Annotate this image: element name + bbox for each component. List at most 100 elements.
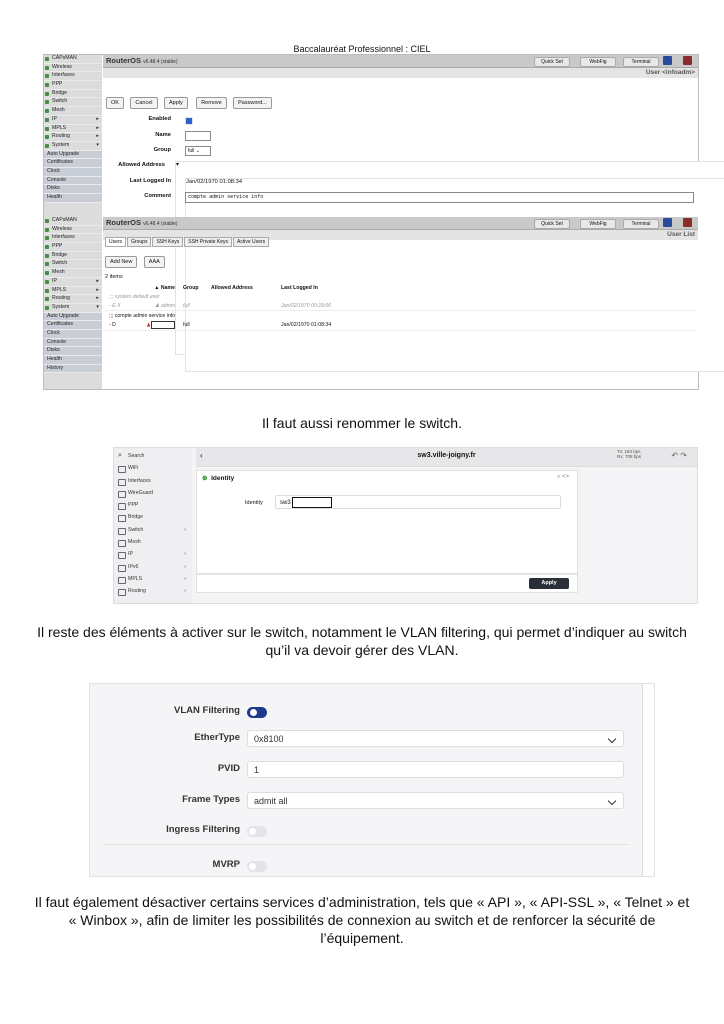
items-count: 2 items [105,274,123,280]
sidebar-item-wireless[interactable]: Wireless [44,64,102,73]
nav-item-routing[interactable]: Routing › [114,585,192,597]
sidebar-item-bridge[interactable]: Bridge [44,90,102,99]
ingress-filtering-toggle[interactable] [247,826,267,837]
app-title: RouterOS v6.48.4 (stable) [106,56,178,65]
apply-button[interactable]: Apply [529,578,569,589]
name-input[interactable] [185,131,211,141]
sidebar-item-clock[interactable]: Clock [44,167,102,177]
logout-icon[interactable] [683,218,692,227]
remove-button[interactable]: Remove [196,97,227,109]
nav-item-search[interactable]: ⌕ Search [114,450,192,462]
sidebar-item-switch[interactable]: Switch [44,260,102,270]
chevron-right-icon: ▸ [96,115,99,122]
sidebar-item-health[interactable]: Health [44,194,102,203]
nav-item-mpls[interactable]: MPLS › [114,573,192,585]
tab-ssh-keys[interactable]: SSH Keys [152,237,184,247]
apply-button[interactable]: Apply [163,97,188,109]
row-comment: Comment compte admin service info [103,190,698,204]
mpls-icon [118,576,126,584]
webfig-button[interactable]: WebFig [580,219,616,229]
sidebar-item-health[interactable]: Health [44,356,102,365]
vlan-filtering-toggle[interactable] [247,707,267,718]
sidebar-item-auto-upgrade[interactable]: Auto Upgrade [44,150,102,160]
sidebar-item-routing[interactable]: Routing ▸ [44,133,102,142]
sidebar: CAPsMAN Wireless Interfaces PPP Bridge S… [44,55,102,217]
frame-types-select[interactable]: admit all [247,792,624,809]
sidebar-item-ip[interactable]: IP ▸ [44,278,102,287]
nav-item-switch[interactable]: Switch › [114,524,192,536]
nav-item-ppp[interactable]: PPP [114,499,192,511]
password-button[interactable]: Password... [233,97,272,109]
comment-textarea[interactable]: compte admin service info [185,192,694,203]
sidebar-item-ppp[interactable]: PPP [44,243,102,252]
mvrp-toggle[interactable] [247,861,267,872]
sidebar-item-console[interactable]: Console [44,338,102,348]
sidebar-item-mesh[interactable]: Mesh [44,269,102,278]
sidebar-item-ip[interactable]: IP ▸ [44,116,102,125]
ok-button[interactable]: OK [106,97,124,109]
group-select[interactable]: full ⌄ [185,146,211,156]
paragraph-vlan: Il reste des éléments à activer sur le s… [37,624,687,658]
sidebar-item-clock[interactable]: Clock [44,329,102,339]
col-name[interactable]: ▲ Name [135,283,179,292]
wireless-icon [45,65,49,70]
sidebar-item-mpls[interactable]: MPLS ▸ [44,125,102,134]
ethertype-select[interactable]: 0x8100 [247,730,624,747]
enabled-checkbox[interactable] [185,117,193,125]
save-icon[interactable] [663,218,672,227]
col-group[interactable]: Group [179,283,207,292]
logout-icon[interactable] [683,56,692,65]
sidebar-item-mpls[interactable]: MPLS ▸ [44,287,102,296]
tab-ssh-private-keys[interactable]: SSH Private Keys [184,237,233,247]
nav-item-mesh[interactable]: Mesh [114,536,192,548]
nav-item-wireguard[interactable]: WireGuard [114,487,192,499]
col-allowed-address[interactable]: Allowed Address [207,283,277,292]
code-icon[interactable]: ⌕ <> [557,474,569,481]
nav-item-interfaces[interactable]: Interfaces [114,475,192,487]
table-row[interactable]: - D ♟ full Jan/02/1970 01:08:34 [105,320,695,331]
sidebar-item-mesh[interactable]: Mesh [44,107,102,116]
sidebar-item-auto-upgrade[interactable]: Auto Upgrade [44,312,102,322]
sidebar-item-system[interactable]: System ▾ [44,304,102,313]
pvid-input[interactable]: 1 [247,761,624,778]
tab-active-users[interactable]: Active Users [233,237,270,247]
sidebar-item-system[interactable]: System ▾ [44,142,102,151]
nav-item-bridge[interactable]: Bridge [114,511,192,523]
sidebar-item-interfaces[interactable]: Interfaces [44,72,102,82]
sidebar-item-disks[interactable]: Disks [44,185,102,194]
terminal-button[interactable]: Terminal [623,57,659,67]
sidebar-item-capsman[interactable]: CAPsMAN [44,55,102,64]
sidebar-item-disks[interactable]: Disks [44,347,102,356]
sidebar-item-switch[interactable]: Switch [44,98,102,108]
quickset-button[interactable]: Quick Set [534,219,570,229]
sidebar-item-console[interactable]: Console [44,176,102,186]
nav-item-ip[interactable]: IP › [114,548,192,560]
list-actions: Add New AAA [105,250,167,268]
chevron-down-icon [607,796,617,806]
sidebar-item-routing[interactable]: Routing ▸ [44,295,102,304]
undo-redo-icons[interactable]: ↶ ↷ [671,451,687,460]
sidebar-item-wireless[interactable]: Wireless [44,226,102,235]
add-new-button[interactable]: Add New [105,256,138,268]
sidebar-item-bridge[interactable]: Bridge [44,252,102,261]
nav-item-ipv6[interactable]: IPv6 › [114,561,192,573]
quickset-button[interactable]: Quick Set [534,57,570,67]
tab-users[interactable]: Users [105,237,127,247]
col-last-logged[interactable]: Last Logged In [277,283,363,292]
save-icon[interactable] [663,56,672,65]
webfig-button[interactable]: WebFig [580,57,616,67]
sidebar-item-ppp[interactable]: PPP [44,81,102,90]
sidebar-item-interfaces[interactable]: Interfaces [44,234,102,244]
sidebar-item-history[interactable]: History [44,364,102,374]
nav-item-wifi[interactable]: WiFi [114,462,192,474]
table-row[interactable]: - E X ♟ admin full Jan/02/1970 00:29:00 [105,301,695,311]
identity-input[interactable]: sw3 [275,495,561,509]
sidebar-item-certificates[interactable]: Certificates [44,159,102,168]
cancel-button[interactable]: Cancel [130,97,158,109]
label-ethertype: EtherType [194,732,240,743]
sidebar-item-certificates[interactable]: Certificates [44,321,102,330]
aaa-button[interactable]: AAA [143,256,165,268]
tab-groups[interactable]: Groups [127,237,152,247]
terminal-button[interactable]: Terminal [623,219,659,229]
sidebar-item-capsman[interactable]: CAPsMAN [44,217,102,226]
